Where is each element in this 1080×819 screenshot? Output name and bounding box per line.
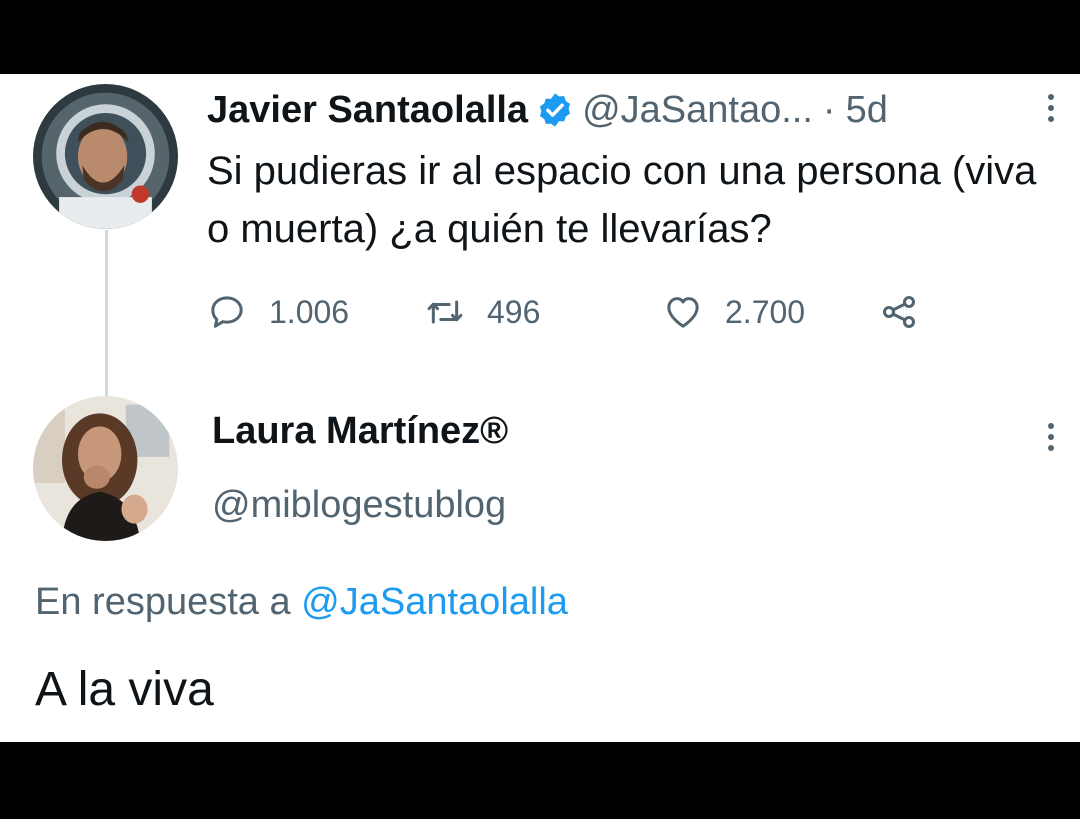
author-name[interactable]: Javier Santaolalla <box>207 89 528 132</box>
more-options-icon[interactable] <box>1046 423 1056 451</box>
verified-badge-icon <box>536 91 574 129</box>
tweet-thread: Javier Santaolalla @JaSantao... · 5d Si … <box>0 74 1080 742</box>
retweet-count: 496 <box>487 293 541 330</box>
reply-icon <box>211 296 243 328</box>
reply-text: A la viva <box>35 663 214 716</box>
tweet-text: Si pudieras ir al espacio con una person… <box>207 149 1037 251</box>
more-options-icon[interactable] <box>1046 94 1056 122</box>
replying-to-line: En respuesta a @JaSantaolalla <box>35 581 568 624</box>
reply-count: 1.006 <box>269 293 350 330</box>
retweet-button[interactable]: 496 <box>425 286 540 338</box>
avatar-laura[interactable] <box>33 396 178 541</box>
share-button[interactable] <box>879 286 919 338</box>
author-handle[interactable]: @JaSantao... <box>582 89 813 132</box>
replying-mention-link[interactable]: @JaSantaolalla <box>301 581 568 623</box>
share-icon <box>882 295 916 329</box>
reply-author-name[interactable]: Laura Martínez® <box>212 410 508 453</box>
separator-dot: · <box>822 88 836 131</box>
like-button[interactable]: 2.700 <box>663 286 805 338</box>
like-count: 2.700 <box>725 293 806 330</box>
screenshot-frame: Javier Santaolalla @JaSantao... · 5d Si … <box>0 0 1080 819</box>
reply-author-handle[interactable]: @miblogestublog <box>212 484 506 527</box>
like-icon <box>667 297 699 328</box>
retweet-icon <box>427 300 463 324</box>
tweet-timestamp[interactable]: 5d <box>846 89 888 132</box>
reply-button[interactable]: 1.006 <box>207 286 349 338</box>
avatar-javier[interactable] <box>33 84 178 229</box>
replying-prefix: En respuesta a <box>35 581 291 623</box>
tweet-actions: 1.006 496 2.700 <box>207 286 967 338</box>
tweet-header: Javier Santaolalla @JaSantao... · 5d <box>207 84 888 136</box>
